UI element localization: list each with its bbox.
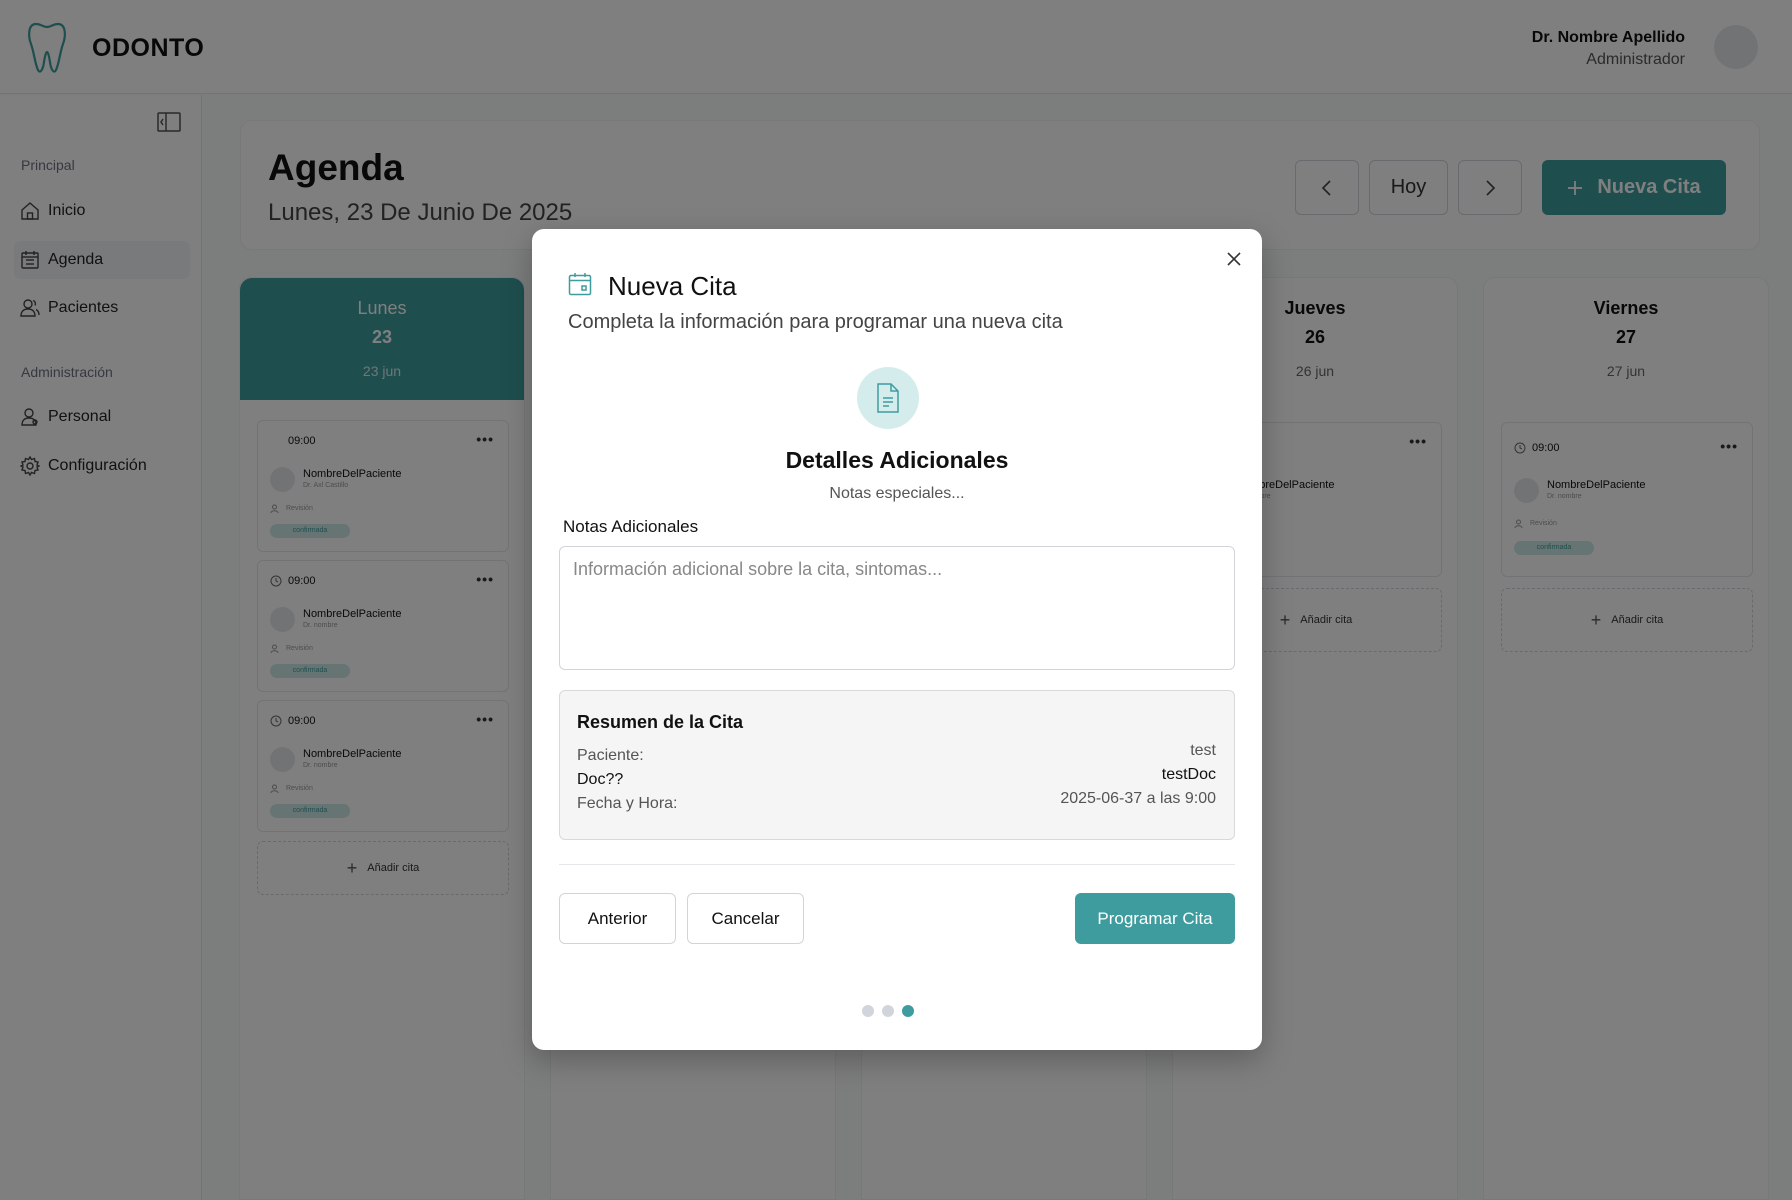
cancel-button[interactable]: Cancelar: [687, 893, 804, 944]
schedule-appointment-button[interactable]: Programar Cita: [1075, 893, 1235, 944]
step-dot-3: [902, 1005, 914, 1017]
modal-subtitle: Completa la información para programar u…: [568, 311, 1063, 333]
new-appointment-modal: Nueva Cita Completa la información para …: [532, 229, 1262, 1050]
previous-button[interactable]: Anterior: [559, 893, 676, 944]
step-dot-2: [882, 1005, 894, 1017]
divider: [559, 864, 1235, 865]
modal-title: Nueva Cita: [608, 271, 737, 301]
document-icon: [877, 383, 899, 413]
step-dot-1: [862, 1005, 874, 1017]
calendar-icon: [568, 273, 592, 296]
step-title: Detalles Adicionales: [785, 447, 1009, 473]
appointment-summary: Resumen de la Cita Paciente: test Doc?? …: [559, 690, 1235, 840]
summary-patient-label: Paciente:: [577, 747, 644, 764]
summary-title: Resumen de la Cita: [577, 712, 744, 732]
summary-datetime-label: Fecha y Hora:: [577, 795, 678, 812]
summary-patient-value: test: [1190, 742, 1216, 759]
close-icon[interactable]: [1224, 249, 1244, 269]
summary-datetime-value: 2025-06-37 a las 9:00: [1060, 790, 1216, 807]
summary-doctor-value: testDoc: [1161, 766, 1216, 783]
summary-doctor-label: Doc??: [577, 771, 624, 788]
step-icon-circle: [857, 367, 919, 429]
step-subtitle: Notas especiales...: [829, 485, 965, 502]
notes-textarea[interactable]: [559, 546, 1235, 670]
step-indicator: [862, 1005, 914, 1017]
notes-label: Notas Adicionales: [563, 517, 699, 536]
